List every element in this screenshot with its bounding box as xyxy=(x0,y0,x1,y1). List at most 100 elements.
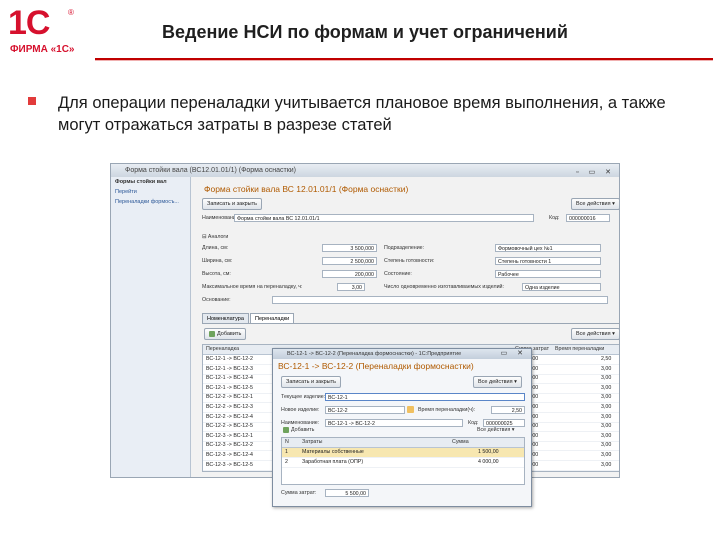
cell-changeover: ВС-12-1 -> ВС-12-5 xyxy=(206,384,253,391)
dialog-heading: ВС-12-1 -> ВС-12-2 (Переналадки формосна… xyxy=(278,361,474,371)
logo-registered-mark: ® xyxy=(68,8,74,17)
cell-changeover: ВС-12-3 -> ВС-12-5 xyxy=(206,461,253,468)
time-label: Время переналадки(ч): xyxy=(418,407,476,413)
title-divider-shadow xyxy=(95,60,713,61)
col-n: N xyxy=(285,439,289,445)
cell-changeover-time: 3,00 xyxy=(601,394,612,401)
basis-field[interactable] xyxy=(272,296,608,304)
cell-changeover-time: 3,00 xyxy=(601,461,612,468)
cell-n: 2 xyxy=(285,458,288,465)
readiness-label: Степень готовности: xyxy=(384,258,435,264)
form-title: Форма стойки вала ВС 12.01.01/1 (Форма о… xyxy=(204,184,409,194)
grid-add-button[interactable]: Добавить xyxy=(204,328,247,340)
add-icon xyxy=(283,427,289,433)
cell-changeover-time: 3,00 xyxy=(601,413,612,420)
cell-changeover: ВС-12-2 -> ВС-12-3 xyxy=(206,404,253,410)
cell-changeover: ВС-12-2 -> ВС-12-4 xyxy=(206,413,253,420)
dialog-window-controls[interactable]: ▭ ✕ xyxy=(501,349,527,359)
cell-changeover: ВС-12-1 -> ВС-12-2 xyxy=(206,356,253,362)
new-item-label: Новое изделие: xyxy=(281,407,320,413)
department-field[interactable]: Формовочный цех №1 xyxy=(495,244,601,252)
analogs-label: Аналоги xyxy=(207,234,229,240)
logo-subtitle: ФИРМА «1С» xyxy=(10,44,75,55)
cell-changeover-time: 3,00 xyxy=(601,432,612,439)
dialog-add-label: Добавить xyxy=(291,427,315,434)
navigation-panel: Формы стойки вал Перейти Переналадки фор… xyxy=(111,177,191,477)
cell-changeover-time: 3,00 xyxy=(601,442,612,449)
dialog-titlebar: ВС-12-1 -> ВС-12-2 (Переналадка формосна… xyxy=(273,349,531,359)
open-item-icon[interactable] xyxy=(407,406,414,413)
analogs-toggle[interactable]: ⊟ Аналоги xyxy=(202,234,228,240)
current-item-label: Текущее изделие: xyxy=(281,394,326,400)
width-label: Ширина, см: xyxy=(202,258,233,264)
cell-changeover: ВС-12-3 -> ВС-12-4 xyxy=(206,452,253,458)
cell-changeover-time: 3,00 xyxy=(601,384,612,391)
simultaneous-label: Число одновременно изготавливаемых издел… xyxy=(384,284,504,290)
cell-changeover-time: 2,50 xyxy=(601,356,612,362)
state-label: Состояние: xyxy=(384,271,412,277)
cell-cost: Заработная плата (ОПР) xyxy=(302,458,364,465)
nav-goto-link[interactable]: Перейти xyxy=(111,187,190,197)
costs-row[interactable]: 1 Материалы собственные 1 500,00 xyxy=(282,448,524,458)
cell-changeover: ВС-12-2 -> ВС-12-1 xyxy=(206,394,253,401)
grid-add-label: Добавить xyxy=(217,331,242,337)
cell-cost: Материалы собственные xyxy=(302,449,364,455)
costs-table-header: N Затраты Сумма xyxy=(282,438,524,448)
department-label: Подразделение: xyxy=(384,245,425,251)
slide-title: Ведение НСИ по формам и учет ограничений xyxy=(162,22,568,42)
cell-changeover: ВС-12-1 -> ВС-12-4 xyxy=(206,375,253,382)
cell-changeover: ВС-12-3 -> ВС-12-2 xyxy=(206,442,253,449)
time-field[interactable]: 2,50 xyxy=(491,406,525,414)
height-field[interactable]: 200,000 xyxy=(322,270,377,278)
length-label: Длина, см: xyxy=(202,245,229,251)
cell-changeover-time: 3,00 xyxy=(601,404,612,410)
costs-row[interactable]: 2 Заработная плата (ОПР) 4 000,00 xyxy=(282,458,524,468)
readiness-field[interactable]: Степень готовности 1 xyxy=(495,257,601,265)
cell-changeover-time: 3,00 xyxy=(601,365,612,372)
changeover-dialog: ВС-12-1 -> ВС-12-2 (Переналадка формосна… xyxy=(272,348,532,507)
dialog-add-button[interactable]: Добавить xyxy=(283,427,314,433)
nav-header: Формы стойки вал xyxy=(115,179,167,185)
costs-table: N Затраты Сумма 1 Материалы собственные 1 … xyxy=(281,437,525,485)
basis-label: Основание: xyxy=(202,297,231,303)
cell-changeover: ВС-12-2 -> ВС-12-5 xyxy=(206,423,253,430)
col-cost: Затраты xyxy=(302,439,323,445)
name-field[interactable]: Форма стойки вала ВС 12.01.01/1 xyxy=(234,214,534,222)
code-label: Код: xyxy=(549,215,560,221)
dialog-name-label: Наименование: xyxy=(281,420,320,426)
dialog-save-close-button[interactable]: Записать и закрыть xyxy=(281,376,342,388)
dialog-grid-toolbar: Добавить xyxy=(283,427,314,433)
dialog-name-field[interactable]: ВС-12-1 -> ВС-12-2 xyxy=(325,419,463,427)
code-field[interactable]: 000000016 xyxy=(566,214,610,222)
dialog-code-field[interactable]: 000000025 xyxy=(483,419,525,427)
cell-changeover: ВС-12-1 -> ВС-12-3 xyxy=(206,365,253,372)
length-field[interactable]: 3 500,000 xyxy=(322,244,377,252)
current-item-field[interactable]: ВС-12-1 xyxy=(325,393,525,401)
width-field[interactable]: 2 500,000 xyxy=(322,257,377,265)
nav-changeovers-link[interactable]: Переналадки формосъ... xyxy=(111,197,190,207)
col-sum: Сумма xyxy=(452,439,469,445)
cell-changeover-time: 3,00 xyxy=(601,423,612,430)
add-icon xyxy=(209,330,215,337)
bullet-marker-icon xyxy=(28,97,36,105)
total-field: 5 500,00 xyxy=(325,489,369,497)
max-time-field[interactable]: 3,00 xyxy=(337,283,365,291)
cell-sum: 1 500,00 xyxy=(478,449,499,455)
dialog-all-actions-button[interactable]: Все действия ▾ xyxy=(473,376,522,388)
state-field[interactable]: Рабочее xyxy=(495,270,601,278)
all-actions-button[interactable]: Все действия ▾ xyxy=(571,198,619,210)
col-changeover: Переналадка xyxy=(206,346,240,352)
dialog-grid-all-actions[interactable]: Все действия ▾ xyxy=(477,427,514,433)
grid-all-actions-button[interactable]: Все действия ▾ xyxy=(571,328,619,340)
cell-changeover-time: 3,00 xyxy=(601,452,612,458)
total-label: Сумма затрат: xyxy=(281,490,317,496)
max-time-label: Максимальное время на переналадку, ч: xyxy=(202,284,303,290)
cell-changeover: ВС-12-3 -> ВС-12-1 xyxy=(206,432,253,439)
col-changeover-time: Время переналадки xyxy=(555,346,605,352)
bullet-text: Для операции переналадки учитывается пла… xyxy=(58,94,666,134)
window-title: Форма стойки вала (ВС12.01.01/1) (Форма … xyxy=(125,167,296,174)
simultaneous-field[interactable]: Одна изделие xyxy=(522,283,601,291)
save-close-button[interactable]: Записать и закрыть xyxy=(202,198,263,210)
cell-sum: 4 000,00 xyxy=(478,458,499,465)
new-item-field[interactable]: ВС-12-2 xyxy=(325,406,405,414)
